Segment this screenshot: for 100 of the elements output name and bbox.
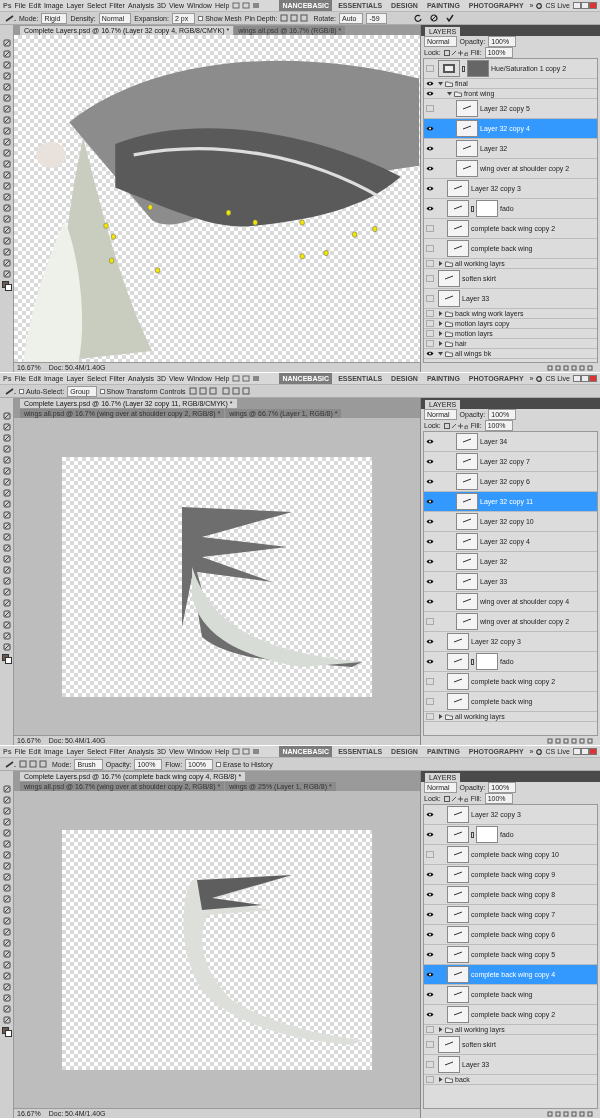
tool-icon[interactable] (2, 950, 11, 958)
tool-icon[interactable] (2, 478, 11, 486)
option-checkbox[interactable] (216, 761, 221, 767)
tool-icon[interactable] (2, 456, 11, 464)
tool-icon[interactable] (2, 994, 11, 1002)
tool-preset-icon[interactable] (4, 386, 16, 396)
eye-icon[interactable] (426, 518, 434, 525)
disclosure-triangle-icon[interactable] (438, 261, 443, 266)
disclosure-triangle-icon[interactable] (438, 331, 443, 336)
tool-icon[interactable] (2, 632, 11, 640)
tool-icon[interactable] (2, 862, 11, 870)
visibility-toggle[interactable] (426, 295, 434, 302)
option-icons[interactable] (188, 387, 219, 395)
tool-icon[interactable] (2, 818, 11, 826)
tool-icon[interactable] (2, 566, 11, 574)
tool-icon[interactable] (2, 237, 11, 245)
eye-icon[interactable] (426, 90, 434, 97)
eye-icon[interactable] (426, 991, 434, 998)
visibility-toggle[interactable] (426, 1061, 434, 1068)
disclosure-triangle-icon[interactable] (438, 351, 443, 356)
eye-icon[interactable] (426, 478, 434, 485)
tool-icon[interactable] (2, 610, 11, 618)
disclosure-triangle-icon[interactable] (438, 81, 443, 86)
tool-preset-icon[interactable] (4, 13, 16, 23)
visibility-toggle[interactable] (426, 698, 434, 705)
tool-icon[interactable] (2, 895, 11, 903)
disclosure-triangle-icon[interactable] (438, 714, 443, 719)
eye-icon[interactable] (426, 125, 434, 132)
tool-icon[interactable] (2, 72, 11, 80)
tool-icon[interactable] (2, 961, 11, 969)
tool-icon[interactable] (2, 851, 11, 859)
visibility-toggle[interactable] (426, 340, 434, 347)
eye-icon[interactable] (426, 498, 434, 505)
tool-icon[interactable] (2, 511, 11, 519)
visibility-toggle[interactable] (426, 713, 434, 720)
eye-icon[interactable] (426, 1011, 434, 1018)
option-checkbox[interactable] (99, 388, 105, 394)
tool-icon[interactable] (2, 204, 11, 212)
tool-icon[interactable] (2, 270, 11, 278)
color-swatches-icon[interactable] (1, 1027, 12, 1037)
eye-icon[interactable] (426, 165, 434, 172)
visibility-toggle[interactable] (426, 678, 434, 685)
tool-icon[interactable] (2, 1005, 11, 1013)
eye-icon[interactable] (426, 558, 434, 565)
tool-icon[interactable] (2, 467, 11, 475)
tool-icon[interactable] (2, 259, 11, 267)
tool-icon[interactable] (2, 116, 11, 124)
tool-icon[interactable] (2, 840, 11, 848)
visibility-toggle[interactable] (426, 1026, 434, 1033)
eye-icon[interactable] (426, 205, 434, 212)
option-checkbox[interactable] (19, 388, 24, 394)
tool-icon[interactable] (2, 182, 11, 190)
tool-icon[interactable] (2, 522, 11, 530)
visibility-toggle[interactable] (426, 275, 434, 282)
tool-icon[interactable] (2, 906, 11, 914)
eye-icon[interactable] (426, 578, 434, 585)
eye-icon[interactable] (426, 80, 434, 87)
visibility-toggle[interactable] (426, 1076, 434, 1083)
eye-icon[interactable] (426, 458, 434, 465)
tool-icon[interactable] (2, 61, 11, 69)
tool-icon[interactable] (2, 1016, 11, 1024)
tool-icon[interactable] (2, 599, 11, 607)
tool-icon[interactable] (2, 127, 11, 135)
color-swatches-icon[interactable] (1, 281, 12, 291)
tool-icon[interactable] (2, 544, 11, 552)
tool-icon[interactable] (2, 928, 11, 936)
visibility-toggle[interactable] (426, 330, 434, 337)
tool-icon[interactable] (2, 105, 11, 113)
visibility-toggle[interactable] (426, 851, 434, 858)
disclosure-triangle-icon[interactable] (447, 91, 452, 96)
tool-icon[interactable] (2, 796, 11, 804)
eye-icon[interactable] (426, 658, 434, 665)
option-icons[interactable] (280, 14, 311, 22)
eye-icon[interactable] (426, 538, 434, 545)
tool-icon[interactable] (2, 829, 11, 837)
disclosure-triangle-icon[interactable] (438, 1027, 443, 1032)
color-swatches-icon[interactable] (1, 654, 12, 664)
lock-icons[interactable] (443, 49, 468, 56)
tool-icon[interactable] (2, 412, 11, 420)
tool-icon[interactable] (2, 83, 11, 91)
commit-check-icon[interactable] (445, 14, 454, 22)
tool-icon[interactable] (2, 445, 11, 453)
disclosure-triangle-icon[interactable] (438, 321, 443, 326)
eye-icon[interactable] (426, 951, 434, 958)
tool-icon[interactable] (2, 873, 11, 881)
visibility-toggle[interactable] (426, 225, 434, 232)
tool-icon[interactable] (2, 39, 11, 47)
tool-icon[interactable] (2, 215, 11, 223)
lock-icons[interactable] (443, 795, 468, 802)
tool-icon[interactable] (2, 489, 11, 497)
eye-icon[interactable] (426, 971, 434, 978)
tool-icon[interactable] (2, 807, 11, 815)
cancel-icon[interactable] (429, 14, 438, 22)
eye-icon[interactable] (426, 831, 434, 838)
disclosure-triangle-icon[interactable] (438, 341, 443, 346)
tool-icon[interactable] (2, 423, 11, 431)
tool-icon[interactable] (2, 193, 11, 201)
option-checkbox[interactable] (198, 15, 204, 21)
visibility-toggle[interactable] (426, 260, 434, 267)
tool-icon[interactable] (2, 785, 11, 793)
